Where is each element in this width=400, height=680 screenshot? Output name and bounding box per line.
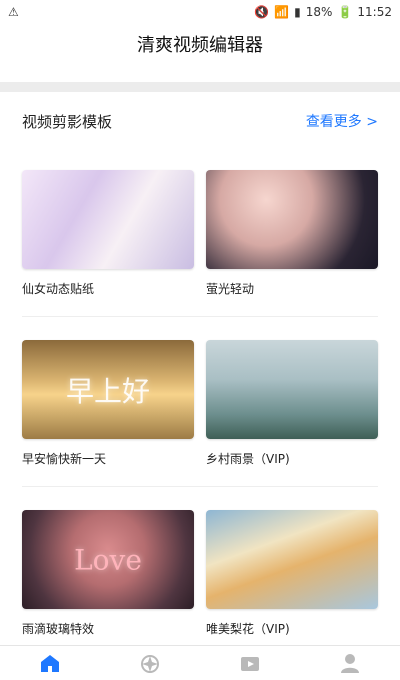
template-card[interactable]: 早上好 早安愉快新一天 (22, 340, 194, 467)
template-label: 萤光轻动 (206, 282, 255, 296)
video-icon[interactable] (238, 652, 262, 674)
template-label: 雨滴玻璃特效 (22, 622, 95, 636)
template-row: 早上好 早安愉快新一天 乡村雨景（VIP) (22, 340, 378, 510)
section-header: 视频剪影模板 查看更多 > (22, 106, 378, 136)
wifi-icon: 📶 (274, 5, 290, 19)
template-thumbnail[interactable]: Love (22, 510, 194, 609)
see-more-link[interactable]: 查看更多 > (306, 111, 378, 131)
template-row: 仙女动态贴纸 萤光轻动 (22, 170, 378, 340)
bottom-nav (0, 645, 400, 676)
template-card[interactable]: 唯美梨花（VIP) (206, 510, 378, 637)
template-thumbnail[interactable] (206, 340, 378, 439)
row-divider (22, 486, 378, 487)
app-bar: 清爽视频编辑器 (0, 26, 400, 80)
template-card[interactable]: Love 雨滴玻璃特效 (22, 510, 194, 637)
app-title: 清爽视频编辑器 (137, 35, 263, 56)
template-label: 仙女动态贴纸 (22, 282, 95, 296)
mute-icon: 🔇 (254, 5, 270, 19)
template-card[interactable]: 仙女动态贴纸 (22, 170, 194, 297)
template-thumbnail[interactable] (206, 170, 378, 269)
user-icon[interactable] (338, 652, 362, 674)
template-thumbnail[interactable]: 早上好 (22, 340, 194, 439)
template-thumbnail[interactable] (206, 510, 378, 609)
section-divider (0, 82, 400, 92)
template-thumbnail[interactable] (22, 170, 194, 269)
magic-icon[interactable] (138, 652, 162, 674)
thumbnail-overlay-text: 早上好 (65, 374, 151, 408)
home-icon[interactable] (38, 652, 62, 674)
template-card[interactable]: 萤光轻动 (206, 170, 378, 297)
time: 11:52 (357, 5, 392, 19)
battery-percent: 18% (305, 5, 333, 19)
template-label: 早安愉快新一天 (22, 452, 107, 466)
status-right: 🔇 📶 ▮ 18% 🔋 11:52 (254, 5, 392, 19)
template-label: 唯美梨花（VIP) (206, 622, 290, 636)
section-title: 视频剪影模板 (22, 112, 113, 131)
template-grid: 仙女动态贴纸 萤光轻动 早上好 早安愉快新一天 乡村雨景（VIP) Love 雨… (22, 170, 378, 680)
template-label: 乡村雨景（VIP) (206, 452, 290, 466)
warning-icon: ⚠ (8, 5, 19, 19)
signal-icon: ▮ (294, 5, 301, 19)
status-bar: ⚠ 🔇 📶 ▮ 18% 🔋 11:52 (0, 0, 400, 26)
thumbnail-overlay-text: Love (74, 543, 142, 576)
row-divider (22, 316, 378, 317)
template-card[interactable]: 乡村雨景（VIP) (206, 340, 378, 467)
battery-icon: 🔋 (337, 5, 353, 19)
